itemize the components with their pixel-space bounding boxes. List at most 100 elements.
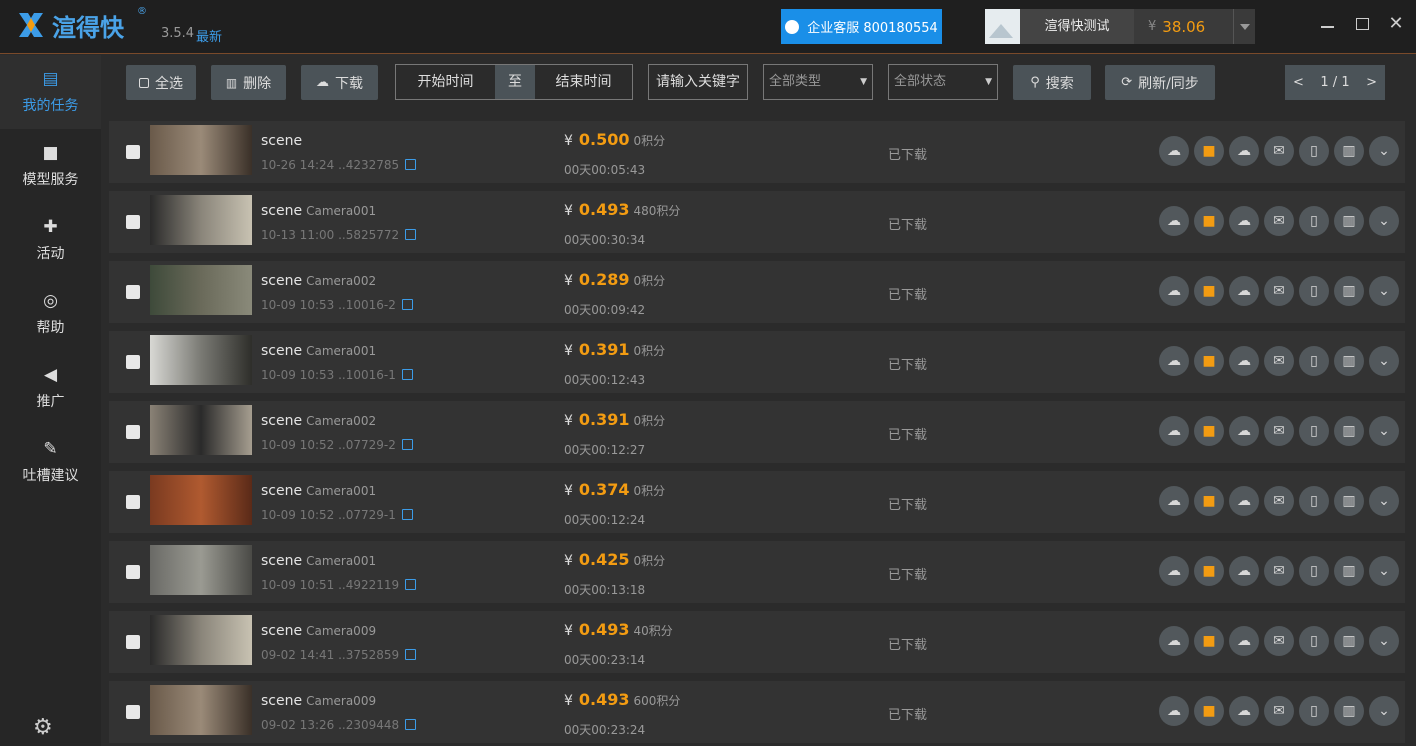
file-icon[interactable]: ▯	[1299, 346, 1329, 376]
row-checkbox[interactable]	[126, 565, 140, 579]
cloud-upload-icon[interactable]: ☁	[1159, 346, 1189, 376]
trash-icon[interactable]: ▥	[1334, 136, 1364, 166]
table-row[interactable]: scene Camera001 10-09 10:53 ..10016-1 ¥0.…	[109, 331, 1405, 394]
row-checkbox[interactable]	[126, 635, 140, 649]
folder-icon[interactable]: ■	[1194, 206, 1224, 236]
user-menu-caret-icon[interactable]	[1233, 9, 1255, 44]
file-icon[interactable]: ▯	[1299, 136, 1329, 166]
table-row[interactable]: scene Camera002 10-09 10:53 ..10016-2 ¥0.…	[109, 261, 1405, 324]
table-row[interactable]: scene Camera001 10-09 10:52 ..07729-1 ¥0.…	[109, 471, 1405, 534]
table-row[interactable]: scene Camera009 09-02 14:41 ..3752859 ¥0.…	[109, 611, 1405, 674]
envelope-icon[interactable]: ✉	[1264, 346, 1294, 376]
render-thumbnail[interactable]	[150, 125, 252, 175]
keyword-search-input[interactable]	[648, 64, 748, 100]
folder-icon[interactable]: ■	[1194, 626, 1224, 656]
cloud-download-icon[interactable]: ☁	[1229, 416, 1259, 446]
settings-gear-icon[interactable]: ⚙	[33, 715, 57, 740]
chevron-down-icon[interactable]: ⌄	[1369, 346, 1399, 376]
envelope-icon[interactable]: ✉	[1264, 556, 1294, 586]
row-checkbox[interactable]	[126, 355, 140, 369]
start-time-field[interactable]: 开始时间	[396, 65, 495, 99]
folder-icon[interactable]: ■	[1194, 276, 1224, 306]
avatar[interactable]	[985, 9, 1020, 44]
refresh-sync-button[interactable]: ⟳ 刷新/同步	[1105, 65, 1215, 100]
trash-icon[interactable]: ▥	[1334, 206, 1364, 236]
file-icon[interactable]: ▯	[1299, 486, 1329, 516]
cloud-upload-icon[interactable]: ☁	[1159, 276, 1189, 306]
sidebar-item-feedback[interactable]: ✎ 吐槽建议	[0, 425, 101, 499]
cloud-upload-icon[interactable]: ☁	[1159, 206, 1189, 236]
chevron-down-icon[interactable]: ⌄	[1369, 556, 1399, 586]
chevron-down-icon[interactable]: ⌄	[1369, 416, 1399, 446]
row-checkbox[interactable]	[126, 145, 140, 159]
cloud-download-icon[interactable]: ☁	[1229, 276, 1259, 306]
trash-icon[interactable]: ▥	[1334, 486, 1364, 516]
sidebar-item-promotion[interactable]: ◀ 推广	[0, 351, 101, 425]
edit-icon[interactable]	[401, 509, 413, 520]
folder-icon[interactable]: ■	[1194, 416, 1224, 446]
cloud-upload-icon[interactable]: ☁	[1159, 416, 1189, 446]
row-checkbox[interactable]	[126, 495, 140, 509]
sidebar-item-model-service[interactable]: ■ 模型服务	[0, 129, 101, 203]
trash-icon[interactable]: ▥	[1334, 626, 1364, 656]
row-checkbox[interactable]	[126, 425, 140, 439]
file-icon[interactable]: ▯	[1299, 696, 1329, 726]
table-row[interactable]: scene Camera002 10-09 10:52 ..07729-2 ¥0.…	[109, 401, 1405, 464]
table-row[interactable]: scene Camera001 10-09 10:51 ..4922119 ¥0.…	[109, 541, 1405, 604]
customer-support-button[interactable]: 企业客服 800180554	[781, 9, 942, 44]
end-time-field[interactable]: 结束时间	[535, 65, 632, 99]
cloud-download-icon[interactable]: ☁	[1229, 346, 1259, 376]
status-filter-select[interactable]: 全部状态	[888, 64, 998, 100]
edit-icon[interactable]	[401, 369, 413, 380]
chevron-down-icon[interactable]: ⌄	[1369, 206, 1399, 236]
trash-icon[interactable]: ▥	[1334, 346, 1364, 376]
row-checkbox[interactable]	[126, 215, 140, 229]
page-next-button[interactable]: >	[1366, 75, 1377, 90]
chevron-down-icon[interactable]: ⌄	[1369, 696, 1399, 726]
render-thumbnail[interactable]	[150, 265, 252, 315]
trash-icon[interactable]: ▥	[1334, 416, 1364, 446]
file-icon[interactable]: ▯	[1299, 556, 1329, 586]
edit-icon[interactable]	[405, 229, 417, 240]
cloud-upload-icon[interactable]: ☁	[1159, 696, 1189, 726]
cloud-download-icon[interactable]: ☁	[1229, 626, 1259, 656]
render-thumbnail[interactable]	[150, 405, 252, 455]
close-button[interactable]: ✕	[1386, 14, 1406, 34]
envelope-icon[interactable]: ✉	[1264, 486, 1294, 516]
render-thumbnail[interactable]	[150, 545, 252, 595]
envelope-icon[interactable]: ✉	[1264, 416, 1294, 446]
row-checkbox[interactable]	[126, 285, 140, 299]
folder-icon[interactable]: ■	[1194, 556, 1224, 586]
envelope-icon[interactable]: ✉	[1264, 276, 1294, 306]
cloud-download-icon[interactable]: ☁	[1229, 136, 1259, 166]
trash-icon[interactable]: ▥	[1334, 556, 1364, 586]
envelope-icon[interactable]: ✉	[1264, 626, 1294, 656]
render-thumbnail[interactable]	[150, 475, 252, 525]
sidebar-item-my-tasks[interactable]: ▤ 我的任务	[0, 55, 101, 129]
cloud-upload-icon[interactable]: ☁	[1159, 626, 1189, 656]
chevron-down-icon[interactable]: ⌄	[1369, 626, 1399, 656]
table-row[interactable]: scene Camera001 10-13 11:00 ..5825772 ¥0.…	[109, 191, 1405, 254]
file-icon[interactable]: ▯	[1299, 416, 1329, 446]
sidebar-item-activities[interactable]: ✚ 活动	[0, 203, 101, 277]
render-thumbnail[interactable]	[150, 195, 252, 245]
trash-icon[interactable]: ▥	[1334, 696, 1364, 726]
chevron-down-icon[interactable]: ⌄	[1369, 486, 1399, 516]
cloud-upload-icon[interactable]: ☁	[1159, 136, 1189, 166]
file-icon[interactable]: ▯	[1299, 206, 1329, 236]
render-thumbnail[interactable]	[150, 335, 252, 385]
file-icon[interactable]: ▯	[1299, 276, 1329, 306]
folder-icon[interactable]: ■	[1194, 136, 1224, 166]
folder-icon[interactable]: ■	[1194, 346, 1224, 376]
app-latest-badge[interactable]: 最新	[196, 26, 222, 45]
cloud-download-icon[interactable]: ☁	[1229, 206, 1259, 236]
search-button[interactable]: ⚲ 搜索	[1013, 65, 1091, 100]
cloud-upload-icon[interactable]: ☁	[1159, 486, 1189, 516]
edit-icon[interactable]	[401, 299, 413, 310]
cloud-download-icon[interactable]: ☁	[1229, 486, 1259, 516]
folder-icon[interactable]: ■	[1194, 486, 1224, 516]
download-button[interactable]: ☁ 下载	[301, 65, 378, 100]
edit-icon[interactable]	[405, 719, 417, 730]
select-all-button[interactable]: 全选	[126, 65, 196, 100]
envelope-icon[interactable]: ✉	[1264, 696, 1294, 726]
